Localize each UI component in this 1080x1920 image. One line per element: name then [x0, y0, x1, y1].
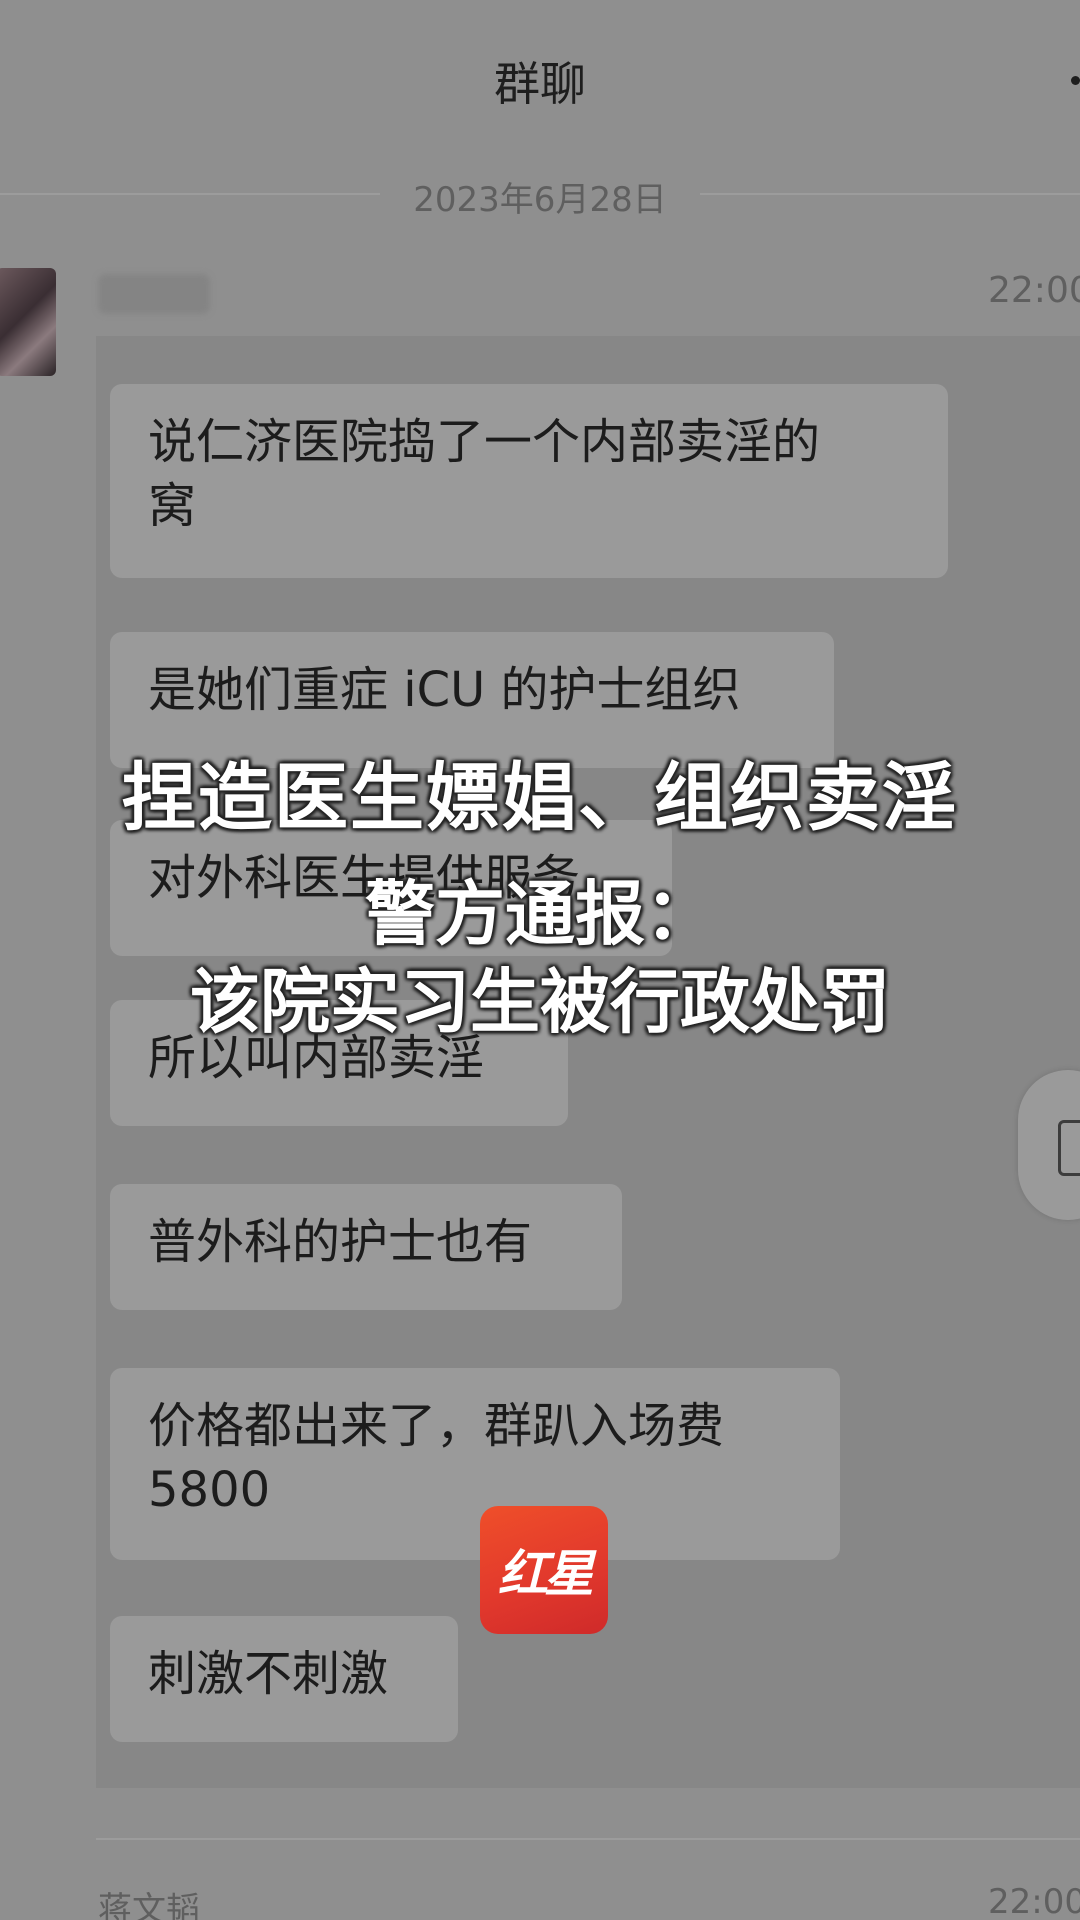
- more-menu-icon[interactable]: [1071, 76, 1080, 85]
- next-message-time: 22:00: [988, 1882, 1080, 1920]
- divider-line-right: [700, 193, 1080, 195]
- chat-screen: 群聊 2023年6月28日 22:00 说仁济医院捣了一个内部卖淫的 窝 是她们…: [0, 0, 1080, 1920]
- sender-name-blurred: [98, 274, 210, 314]
- message-text: 刺激不刺激: [148, 1646, 389, 1702]
- overlay-subheadline: 警方通报：: [365, 873, 715, 955]
- next-sender-name: 蒋文韬: [98, 1890, 200, 1920]
- message-separator: [96, 1838, 1080, 1840]
- phone-icon: [1058, 1120, 1080, 1176]
- date-label: 2023年6月28日: [413, 180, 667, 220]
- message-text: 是她们重症 iCU 的护士组织: [148, 662, 741, 718]
- date-divider: 2023年6月28日: [0, 172, 1080, 220]
- message-bubble[interactable]: 价格都出来了，群趴入场费 5800: [110, 1368, 840, 1560]
- message-text: 价格都出来了，群趴入场费 5800: [148, 1398, 725, 1518]
- logo-text: 红星: [498, 1545, 594, 1603]
- message-bubble[interactable]: 说仁济医院捣了一个内部卖淫的 窝: [110, 384, 948, 578]
- page-title: 群聊: [494, 57, 586, 111]
- message-bubble[interactable]: 刺激不刺激: [110, 1616, 458, 1742]
- hongxing-logo: 红星: [480, 1506, 608, 1634]
- avatar[interactable]: [0, 268, 56, 376]
- message-bubble[interactable]: 普外科的护士也有: [110, 1184, 622, 1310]
- message-time: 22:00: [988, 270, 1080, 311]
- floating-side-button[interactable]: [1018, 1070, 1080, 1220]
- overlay-headline: 捏造医生嫖娼、组织卖淫: [122, 755, 958, 841]
- message-text: 说仁济医院捣了一个内部卖淫的 窝: [148, 414, 821, 534]
- message-text: 普外科的护士也有: [148, 1214, 533, 1270]
- overlay-subheadline-2: 该院实习生被行政处罚: [190, 961, 890, 1043]
